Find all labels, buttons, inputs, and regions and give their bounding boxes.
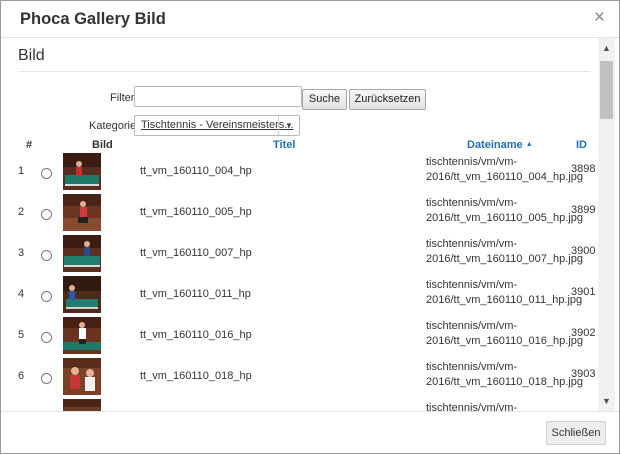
image-filename: tischtennis/vm/vm- 2016/tt_vm_160110_004… [426,155,583,185]
table-row: 4 tt_vm_160110_011_hp tischtennis/vm/vm-… [10,274,598,315]
section-title: Bild [18,47,45,64]
row-select-radio[interactable] [41,373,52,384]
row-number: 1 [18,165,25,177]
column-header-image: Bild [92,139,113,151]
image-filename: tischtennis/vm/vm- 2016/tt_vm_160110_018… [426,360,583,390]
filename-line-2: 2016/tt_vm_160110_011_hp.jpg [426,294,583,306]
filename-line-1: tischtennis/vm/vm- [426,156,518,168]
filename-line-1: tischtennis/vm/vm- [426,402,518,411]
modal-footer: Schließen [1,411,619,454]
filename-line-1: tischtennis/vm/vm- [426,197,518,209]
row-select-radio[interactable] [41,168,52,179]
filename-line-2: 2016/tt_vm_160110_016_hp.jpg [426,335,583,347]
thumbnail-image[interactable] [63,276,101,313]
table-row: 5 tt_vm_160110_016_hp tischtennis/vm/vm-… [10,315,598,356]
scroll-down-arrow-icon[interactable]: ▼ [598,393,615,409]
sort-ascending-icon: ▲ [525,141,533,148]
image-title: tt_vm_160110_007_hp [140,247,252,259]
filename-line-1: tischtennis/vm/vm- [426,279,518,291]
image-title: tt_vm_160110_004_hp [140,165,252,177]
filter-label: Filter [110,92,135,104]
thumbnail-image[interactable] [63,194,101,231]
image-id: 3901 [571,286,596,298]
filename-line-2: 2016/tt_vm_160110_004_hp.jpg [426,171,583,183]
table-row: 3 tt_vm_160110_007_hp tischtennis/vm/vm-… [10,233,598,274]
reset-button[interactable]: Zurücksetzen [349,89,426,110]
image-id: 3898 [571,163,596,175]
image-title: tt_vm_160110_016_hp [140,329,252,341]
thumbnail-image[interactable] [63,153,101,190]
image-filename: tischtennis/vm/vm- 2016/tt_vm_160110_005… [426,196,583,226]
close-button[interactable]: Schließen [546,421,606,445]
table-row: 1 tt_vm_160110_004_hp tischtennis/vm/vm-… [10,151,598,192]
filename-line-2: 2016/tt_vm_160110_018_hp.jpg [426,376,583,388]
image-title: tt_vm_160110_005_hp [140,206,252,218]
row-select-radio[interactable] [41,332,52,343]
table-row: 2 tt_vm_160110_005_hp tischtennis/vm/vm-… [10,192,598,233]
filename-line-1: tischtennis/vm/vm- [426,320,518,332]
row-select-radio[interactable] [41,250,52,261]
thumbnail-image[interactable] [63,235,101,272]
category-select[interactable]: Tischtennis - Vereinsmeisters... ▼ [134,115,300,136]
image-id: 3902 [571,327,596,339]
category-selected-value: Tischtennis - Vereinsmeisters... [141,119,294,131]
image-filename: tischtennis/vm/vm- 2016/tt_vm_160110_007… [426,237,583,267]
image-filename: tischtennis/vm/vm- [426,401,517,411]
scrollbar-thumb[interactable] [600,61,613,119]
column-header-title[interactable]: Titel [273,139,295,151]
filename-line-2: 2016/tt_vm_160110_005_hp.jpg [426,212,583,224]
vertical-scrollbar[interactable]: ▲ ▼ [598,38,615,411]
image-filename: tischtennis/vm/vm- 2016/tt_vm_160110_011… [426,278,582,308]
image-picker-modal: Phoca Gallery Bild × Bild Filter Suche Z… [0,0,620,454]
filename-line-1: tischtennis/vm/vm- [426,238,518,250]
search-button[interactable]: Suche [302,89,347,110]
image-id: 3899 [571,204,596,216]
image-filename: tischtennis/vm/vm- 2016/tt_vm_160110_016… [426,319,583,349]
column-header-number: # [26,139,33,151]
row-number: 2 [18,206,25,218]
row-number: 3 [18,247,25,259]
filter-input[interactable] [134,86,302,107]
row-select-radio[interactable] [41,291,52,302]
table-row: tischtennis/vm/vm- [10,397,598,411]
close-icon[interactable]: × [594,8,605,27]
image-id: 3903 [571,368,596,380]
filename-header-label: Dateiname [467,139,523,151]
modal-title: Phoca Gallery Bild [20,10,166,28]
modal-body: Bild Filter Suche Zurücksetzen Kategorie… [10,38,598,411]
modal-header: Phoca Gallery Bild × [1,1,619,38]
section-divider [18,71,590,72]
column-header-id[interactable]: ID [576,139,587,151]
chevron-down-icon[interactable]: ▼ [278,116,299,135]
thumbnail-image[interactable] [63,399,101,411]
filename-line-2: 2016/tt_vm_160110_007_hp.jpg [426,253,583,265]
filename-line-1: tischtennis/vm/vm- [426,361,518,373]
column-header-filename[interactable]: Dateiname ▲ [467,139,533,151]
image-title: tt_vm_160110_018_hp [140,370,252,382]
row-number: 6 [18,370,25,382]
thumbnail-image[interactable] [63,358,101,395]
category-label: Kategorie [89,120,137,132]
image-id: 3900 [571,245,596,257]
thumbnail-image[interactable] [63,317,101,354]
image-title: tt_vm_160110_011_hp [140,288,251,300]
scroll-up-arrow-icon[interactable]: ▲ [598,40,615,56]
row-number: 5 [18,329,25,341]
row-select-radio[interactable] [41,209,52,220]
row-number: 4 [18,288,25,300]
table-row: 6 tt_vm_160110_018_hp tischtennis/vm/vm-… [10,356,598,397]
